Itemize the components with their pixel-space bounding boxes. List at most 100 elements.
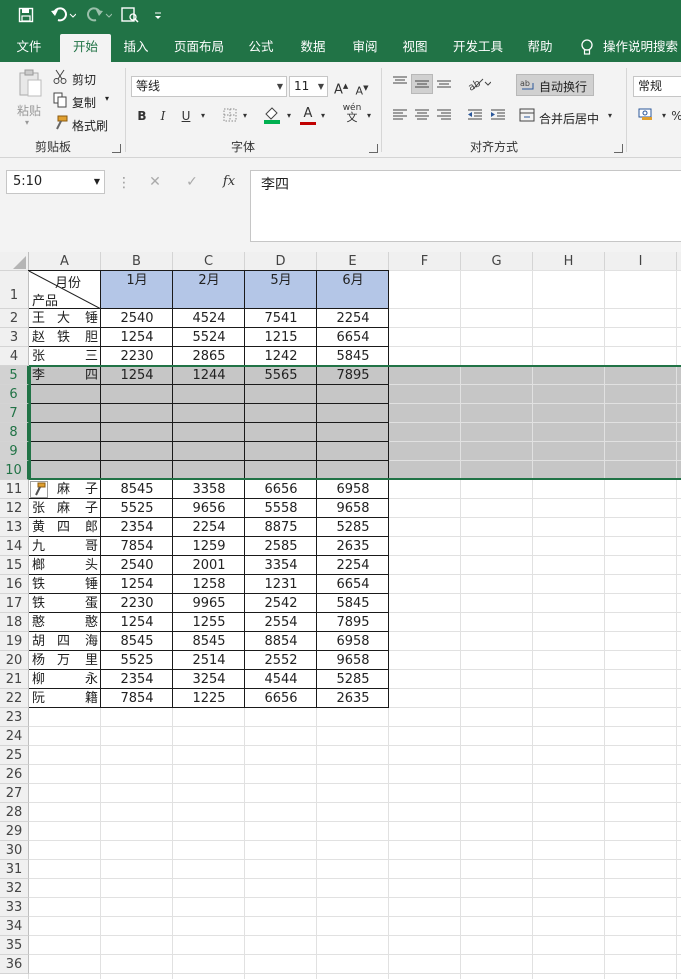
font-color-dropdown-icon[interactable]: ▾ xyxy=(318,107,328,125)
chevron-down-icon[interactable]: ▼ xyxy=(94,171,100,193)
name-box[interactable]: 5:10 ▼ xyxy=(6,170,105,194)
column-header-a[interactable]: A xyxy=(29,252,101,271)
value-cell[interactable]: 9965 xyxy=(173,594,245,613)
merge-dropdown-icon[interactable]: ▾ xyxy=(605,107,615,125)
row-header-32[interactable]: 32 xyxy=(0,879,29,898)
value-cell[interactable]: 2540 xyxy=(101,309,173,328)
merge-center-button[interactable]: 合并后居中 xyxy=(539,110,599,127)
value-cell[interactable]: 2542 xyxy=(245,594,317,613)
row-header-11[interactable]: 11 xyxy=(0,480,29,499)
tab-home[interactable]: 开始 xyxy=(60,34,111,62)
value-cell[interactable]: 3354 xyxy=(245,556,317,575)
row-header-26[interactable]: 26 xyxy=(0,765,29,784)
product-name-cell[interactable]: 张三 xyxy=(29,347,101,366)
value-cell[interactable]: 7895 xyxy=(317,613,389,632)
row-header-20[interactable]: 20 xyxy=(0,651,29,670)
alignment-launcher-icon[interactable] xyxy=(614,144,623,153)
value-cell[interactable]: 8854 xyxy=(245,632,317,651)
align-middle-button[interactable] xyxy=(411,74,433,94)
row-header-19[interactable]: 19 xyxy=(0,632,29,651)
column-header-d[interactable]: D xyxy=(245,252,317,271)
column-header-f[interactable]: F xyxy=(389,252,461,271)
row-header-9[interactable]: 9 xyxy=(0,442,29,461)
product-name-cell[interactable]: 张麻子 xyxy=(29,499,101,518)
align-top-icon[interactable] xyxy=(391,75,409,94)
row-header-25[interactable]: 25 xyxy=(0,746,29,765)
row-header-35[interactable]: 35 xyxy=(0,936,29,955)
column-header-c[interactable]: C xyxy=(173,252,245,271)
value-cell[interactable]: 5845 xyxy=(317,347,389,366)
value-cell[interactable]: 5285 xyxy=(317,670,389,689)
value-cell[interactable]: 5525 xyxy=(101,651,173,670)
product-name-cell[interactable]: 胡四海 xyxy=(29,632,101,651)
accounting-format-icon[interactable] xyxy=(637,107,657,126)
value-cell[interactable]: 1231 xyxy=(245,575,317,594)
value-cell[interactable]: 4524 xyxy=(173,309,245,328)
row-header-7[interactable]: 7 xyxy=(0,404,29,423)
paste-button[interactable]: 粘贴 xyxy=(17,102,41,119)
row-header-36[interactable]: 36 xyxy=(0,955,29,974)
column-header-g[interactable]: G xyxy=(461,252,533,271)
value-cell[interactable]: 1254 xyxy=(101,328,173,347)
row-header-2[interactable]: 2 xyxy=(0,309,29,328)
cancel-icon[interactable]: ✕ xyxy=(146,173,164,191)
value-cell[interactable]: 2230 xyxy=(101,594,173,613)
value-cell[interactable]: 6958 xyxy=(317,480,389,499)
font-name-combo[interactable]: 等线 ▼ xyxy=(131,76,287,97)
product-name-cell[interactable]: 赵铁胆 xyxy=(29,328,101,347)
increase-indent-icon[interactable] xyxy=(489,108,507,127)
row-header-21[interactable]: 21 xyxy=(0,670,29,689)
value-cell[interactable]: 2254 xyxy=(317,309,389,328)
row-header-31[interactable]: 31 xyxy=(0,860,29,879)
value-cell[interactable]: 2635 xyxy=(317,689,389,708)
row-header-17[interactable]: 17 xyxy=(0,594,29,613)
value-cell[interactable]: 2635 xyxy=(317,537,389,556)
product-name-cell[interactable]: 黄四郎 xyxy=(29,518,101,537)
value-cell[interactable]: 5285 xyxy=(317,518,389,537)
format-painter-button[interactable]: 格式刷 xyxy=(72,117,108,134)
row-header-23[interactable]: 23 xyxy=(0,708,29,727)
value-cell[interactable]: 7541 xyxy=(245,309,317,328)
value-cell[interactable]: 5525 xyxy=(101,499,173,518)
row-header-5[interactable]: 5 xyxy=(0,366,29,385)
enter-icon[interactable]: ✓ xyxy=(183,173,201,191)
value-cell[interactable]: 2254 xyxy=(317,556,389,575)
row-header-8[interactable]: 8 xyxy=(0,423,29,442)
font-color-button[interactable]: A xyxy=(300,106,316,125)
row-header-12[interactable]: 12 xyxy=(0,499,29,518)
value-cell[interactable]: 9656 xyxy=(173,499,245,518)
value-cell[interactable]: 8875 xyxy=(245,518,317,537)
value-cell[interactable]: 2552 xyxy=(245,651,317,670)
accounting-dropdown-icon[interactable]: ▾ xyxy=(659,107,669,125)
product-name-cell[interactable]: 杨万里 xyxy=(29,651,101,670)
product-name-cell[interactable]: 王大锤 xyxy=(29,309,101,328)
worksheet-grid[interactable]: ABCDEFGHI 月份 产品 1月 2月 5月 6月王大锤 2540 4524 7541 225… xyxy=(0,252,681,979)
row-header-16[interactable]: 16 xyxy=(0,575,29,594)
value-cell[interactable]: 2865 xyxy=(173,347,245,366)
month-header-cell[interactable]: 6月 xyxy=(317,271,389,290)
value-cell[interactable]: 1259 xyxy=(173,537,245,556)
clipboard-launcher-icon[interactable] xyxy=(112,144,121,153)
value-cell[interactable]: 9658 xyxy=(317,651,389,670)
value-cell[interactable]: 5845 xyxy=(317,594,389,613)
month-header-cell[interactable]: 1月 xyxy=(101,271,173,290)
orientation-icon[interactable]: ab xyxy=(466,75,492,96)
row-header-1[interactable]: 1 xyxy=(0,271,29,309)
shrink-font-button[interactable]: A▼ xyxy=(355,79,369,101)
column-header-h[interactable]: H xyxy=(533,252,605,271)
value-cell[interactable]: 5524 xyxy=(173,328,245,347)
align-center-icon[interactable] xyxy=(413,108,431,127)
row-header-34[interactable]: 34 xyxy=(0,917,29,936)
value-cell[interactable]: 2354 xyxy=(101,670,173,689)
fill-color-dropdown-icon[interactable]: ▾ xyxy=(284,107,294,125)
tab-file[interactable]: 文件 xyxy=(6,34,52,62)
borders-icon[interactable] xyxy=(221,108,239,127)
fill-color-icon[interactable] xyxy=(262,106,282,129)
font-size-combo[interactable]: 11 ▼ xyxy=(289,76,328,97)
print-preview-icon[interactable] xyxy=(121,7,143,27)
undo-icon[interactable] xyxy=(50,7,77,27)
value-cell[interactable]: 1258 xyxy=(173,575,245,594)
decrease-indent-icon[interactable] xyxy=(466,108,484,127)
row-header-30[interactable]: 30 xyxy=(0,841,29,860)
row-header-18[interactable]: 18 xyxy=(0,613,29,632)
